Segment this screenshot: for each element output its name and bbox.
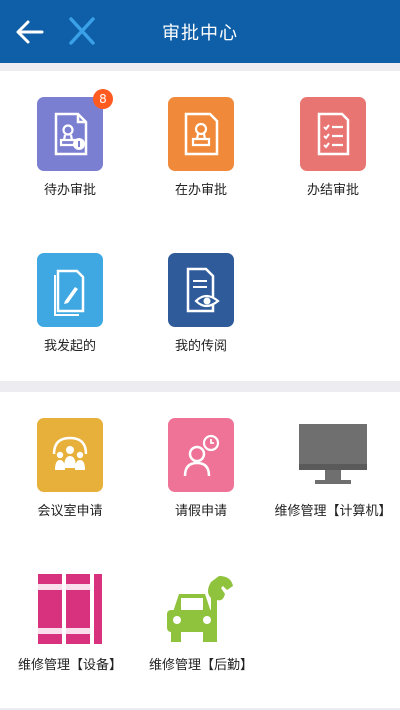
completed-approval-label: 办结审批 [306,183,359,198]
equipment-binders-icon [38,574,102,644]
my-circulation-tile [168,253,234,327]
logistics-repair-tile [165,572,237,646]
my-circulation-label: 我的传阅 [174,339,227,354]
approval-section: 8 待办审批 在办审批 办结审批 我发起的 我的传阅 [0,71,400,381]
back-arrow-icon [16,20,44,44]
stamp-document-icon [184,112,219,156]
computer-repair-label: 维修管理【计算机】 [274,504,392,519]
applications-section: 会议室申请 请假申请 维修管理【计算机】 维修管理【设备】 维修管理【后勤】 [0,392,400,708]
equipment-repair-label: 维修管理【设备】 [17,658,122,673]
computer-repair-tile [297,418,369,492]
leave-person-clock-icon [183,434,220,477]
title-bar: 审批中心 [0,0,400,63]
in-progress-approval-item[interactable]: 在办审批 [136,97,266,198]
computer-monitor-icon [299,424,367,484]
leave-application-item[interactable]: 请假申请 [136,418,266,519]
equipment-repair-tile [34,572,106,646]
computer-repair-item[interactable]: 维修管理【计算机】 [268,418,398,519]
logistics-repair-label: 维修管理【后勤】 [148,658,253,673]
pending-approval-tile: 8 [37,89,113,171]
initiated-by-me-tile [37,253,103,327]
pending-count-badge: 8 [93,89,113,109]
initiated-by-me-label: 我发起的 [43,339,96,354]
meeting-room-tile [37,418,103,492]
view-document-icon [186,267,220,313]
meeting-room-application-label: 会议室申请 [37,504,103,519]
stamp-document-icon [54,112,88,156]
close-button[interactable] [66,14,98,48]
checklist-document-icon [317,112,350,156]
initiated-by-me-item[interactable]: 我发起的 [5,253,135,354]
logistics-repair-item[interactable]: 维修管理【后勤】 [136,572,266,673]
equipment-repair-item[interactable]: 维修管理【设备】 [5,572,135,673]
leave-application-tile [168,418,234,492]
leave-application-label: 请假申请 [174,504,227,519]
car-wrench-icon [167,576,233,642]
meeting-room-application-item[interactable]: 会议室申请 [5,418,135,519]
close-icon [69,17,95,45]
my-circulation-item[interactable]: 我的传阅 [136,253,266,354]
back-button[interactable] [14,16,46,48]
completed-approval-item[interactable]: 办结审批 [268,97,398,198]
pending-approval-label: 待办审批 [43,183,96,198]
pending-approval-item[interactable]: 8 待办审批 [5,89,135,198]
in-progress-approval-tile [168,97,234,171]
completed-approval-tile [300,97,366,171]
edit-document-icon [54,269,85,316]
in-progress-approval-label: 在办审批 [174,183,227,198]
meeting-people-icon [52,436,88,470]
page-title: 审批中心 [162,22,238,44]
